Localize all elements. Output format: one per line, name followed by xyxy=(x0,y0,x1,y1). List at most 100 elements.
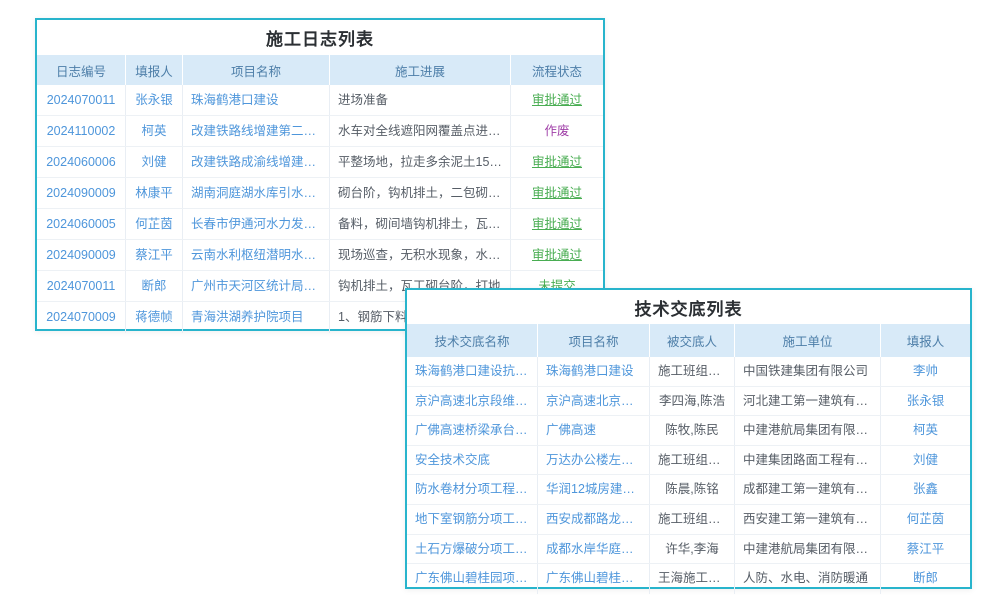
unit-text: 成都建工第一建筑有限责任公司 xyxy=(735,475,881,504)
status-link[interactable]: 审批通过 xyxy=(511,147,603,177)
table-row: 珠海鹤港口建设抗浮... 珠海鹤港口建设 施工班组带班... 中国铁建集团有限公… xyxy=(407,357,970,387)
table-row: 广东佛山碧桂园项目... 广东佛山碧桂园项目 王海施工队全队 人防、水电、消防暖… xyxy=(407,564,970,594)
tech-disclosure-title: 技术交底列表 xyxy=(635,295,743,320)
reporter-link[interactable]: 何芷茵 xyxy=(126,209,183,239)
unit-text: 中建港航局集团有限公司 xyxy=(735,416,881,445)
reporter-link[interactable]: 张永银 xyxy=(881,387,970,416)
progress-text: 平整场地，拉走多余泥土15辆... xyxy=(330,147,511,177)
column-header-unit: 施工单位 xyxy=(735,324,881,357)
recipient-text: 陈牧,陈民 xyxy=(650,416,735,445)
unit-text: 河北建工第一建筑有限责任公司 xyxy=(735,387,881,416)
project-link[interactable]: 广州市天河区统计局机房... xyxy=(183,271,330,301)
project-link[interactable]: 京沪高速北京段维修 xyxy=(538,387,650,416)
table-row: 2024090009 蔡江平 云南水利枢纽潜明水库一... 现场巡查，无积水现象… xyxy=(37,240,603,271)
log-no-link[interactable]: 2024070011 xyxy=(37,271,126,301)
disclosure-name-link[interactable]: 京沪高速北京段维修... xyxy=(407,387,538,416)
project-link[interactable]: 成都水岸华庭名苑... xyxy=(538,535,650,564)
column-header-recipient: 被交底人 xyxy=(650,324,735,357)
progress-text: 砌台阶，钩机排土，二包砌间... xyxy=(330,178,511,208)
column-header-progress: 施工进展 xyxy=(330,55,511,85)
status-link[interactable]: 审批通过 xyxy=(511,209,603,239)
project-link[interactable]: 湖南洞庭湖水库引水工程... xyxy=(183,178,330,208)
reporter-link[interactable]: 柯英 xyxy=(881,416,970,445)
reporter-link[interactable]: 蔡江平 xyxy=(126,240,183,270)
project-link[interactable]: 华润12城房建工... xyxy=(538,475,650,504)
column-header-project: 项目名称 xyxy=(538,324,650,357)
reporter-link[interactable]: 张永银 xyxy=(126,85,183,115)
construction-log-header-row: 日志编号 填报人 项目名称 施工进展 流程状态 xyxy=(37,55,603,85)
progress-text: 进场准备 xyxy=(330,85,511,115)
status-badge: 作废 xyxy=(511,116,603,146)
table-row: 2024110002 柯英 改建铁路线增建第二线直... 水车对全线遮阳网覆盖点… xyxy=(37,116,603,147)
table-row: 防水卷材分项工程施... 华润12城房建工... 陈晨,陈铭 成都建工第一建筑有… xyxy=(407,475,970,505)
log-no-link[interactable]: 2024070011 xyxy=(37,85,126,115)
status-link[interactable]: 审批通过 xyxy=(511,178,603,208)
disclosure-name-link[interactable]: 珠海鹤港口建设抗浮... xyxy=(407,357,538,386)
log-no-link[interactable]: 2024060006 xyxy=(37,147,126,177)
table-row: 2024060005 何芷茵 长春市伊通河水力发电厂... 备料，砌间墙钩机排土… xyxy=(37,209,603,240)
recipient-text: 王海施工队全队 xyxy=(650,564,735,594)
table-row: 京沪高速北京段维修... 京沪高速北京段维修 李四海,陈浩 河北建工第一建筑有限… xyxy=(407,387,970,417)
disclosure-name-link[interactable]: 广佛高速桥梁承台施... xyxy=(407,416,538,445)
recipient-text: 施工班组带班... xyxy=(650,446,735,475)
project-link[interactable]: 西安成都路龙湖上... xyxy=(538,505,650,534)
project-link[interactable]: 改建铁路线增建第二线直... xyxy=(183,116,330,146)
reporter-link[interactable]: 何芷茵 xyxy=(881,505,970,534)
unit-text: 西安建工第一建筑有限责任公司 xyxy=(735,505,881,534)
log-no-link[interactable]: 2024060005 xyxy=(37,209,126,239)
reporter-link[interactable]: 蒋德帧 xyxy=(126,302,183,333)
column-header-reporter: 填报人 xyxy=(126,55,183,85)
recipient-text: 陈晨,陈铭 xyxy=(650,475,735,504)
log-no-link[interactable]: 2024070009 xyxy=(37,302,126,333)
reporter-link[interactable]: 刘健 xyxy=(881,446,970,475)
reporter-link[interactable]: 刘健 xyxy=(126,147,183,177)
project-link[interactable]: 万达办公楼左侧A... xyxy=(538,446,650,475)
reporter-link[interactable]: 断郎 xyxy=(126,271,183,301)
recipient-text: 许华,李海 xyxy=(650,535,735,564)
table-row: 2024060006 刘健 改建铁路成渝线增建第二... 平整场地，拉走多余泥土… xyxy=(37,147,603,178)
project-link[interactable]: 改建铁路成渝线增建第二... xyxy=(183,147,330,177)
unit-text: 中建集团路面工程有限公司 xyxy=(735,446,881,475)
recipient-text: 施工班组带班... xyxy=(650,505,735,534)
reporter-link[interactable]: 林康平 xyxy=(126,178,183,208)
disclosure-name-link[interactable]: 地下室钢筋分项工程... xyxy=(407,505,538,534)
project-link[interactable]: 云南水利枢纽潜明水库一... xyxy=(183,240,330,270)
construction-log-title: 施工日志列表 xyxy=(266,25,374,50)
column-header-log-no: 日志编号 xyxy=(37,55,126,85)
reporter-link[interactable]: 蔡江平 xyxy=(881,535,970,564)
reporter-link[interactable]: 张鑫 xyxy=(881,475,970,504)
column-header-reporter: 填报人 xyxy=(881,324,970,357)
log-no-link[interactable]: 2024110002 xyxy=(37,116,126,146)
disclosure-name-link[interactable]: 广东佛山碧桂园项目... xyxy=(407,564,538,594)
project-link[interactable]: 珠海鹤港口建设 xyxy=(538,357,650,386)
tech-disclosure-body: 珠海鹤港口建设抗浮... 珠海鹤港口建设 施工班组带班... 中国铁建集团有限公… xyxy=(407,357,970,594)
recipient-text: 施工班组带班... xyxy=(650,357,735,386)
reporter-link[interactable]: 柯英 xyxy=(126,116,183,146)
table-row: 广佛高速桥梁承台施... 广佛高速 陈牧,陈民 中建港航局集团有限公司 柯英 xyxy=(407,416,970,446)
status-link[interactable]: 审批通过 xyxy=(511,85,603,115)
column-header-disclosure-name: 技术交底名称 xyxy=(407,324,538,357)
project-link[interactable]: 珠海鹤港口建设 xyxy=(183,85,330,115)
log-no-link[interactable]: 2024090009 xyxy=(37,178,126,208)
tech-disclosure-panel: 技术交底列表 技术交底名称 项目名称 被交底人 施工单位 填报人 珠海鹤港口建设… xyxy=(405,288,972,589)
reporter-link[interactable]: 李帅 xyxy=(881,357,970,386)
disclosure-name-link[interactable]: 防水卷材分项工程施... xyxy=(407,475,538,504)
recipient-text: 李四海,陈浩 xyxy=(650,387,735,416)
unit-text: 中国铁建集团有限公司 xyxy=(735,357,881,386)
disclosure-name-link[interactable]: 土石方爆破分项工程... xyxy=(407,535,538,564)
progress-text: 水车对全线遮阳网覆盖点进行... xyxy=(330,116,511,146)
unit-text: 中建港航局集团有限公司 xyxy=(735,535,881,564)
tech-disclosure-header-row: 技术交底名称 项目名称 被交底人 施工单位 填报人 xyxy=(407,324,970,357)
construction-log-titlebar: 施工日志列表 xyxy=(37,20,603,55)
project-link[interactable]: 广东佛山碧桂园项目 xyxy=(538,564,650,594)
table-row: 安全技术交底 万达办公楼左侧A... 施工班组带班... 中建集团路面工程有限公… xyxy=(407,446,970,476)
project-link[interactable]: 长春市伊通河水力发电厂... xyxy=(183,209,330,239)
status-link[interactable]: 审批通过 xyxy=(511,240,603,270)
table-row: 地下室钢筋分项工程... 西安成都路龙湖上... 施工班组带班... 西安建工第… xyxy=(407,505,970,535)
disclosure-name-link[interactable]: 安全技术交底 xyxy=(407,446,538,475)
unit-text: 人防、水电、消防暖通 xyxy=(735,564,881,594)
reporter-link[interactable]: 断郎 xyxy=(881,564,970,594)
project-link[interactable]: 广佛高速 xyxy=(538,416,650,445)
project-link[interactable]: 青海洪湖养护院项目 xyxy=(183,302,330,333)
log-no-link[interactable]: 2024090009 xyxy=(37,240,126,270)
